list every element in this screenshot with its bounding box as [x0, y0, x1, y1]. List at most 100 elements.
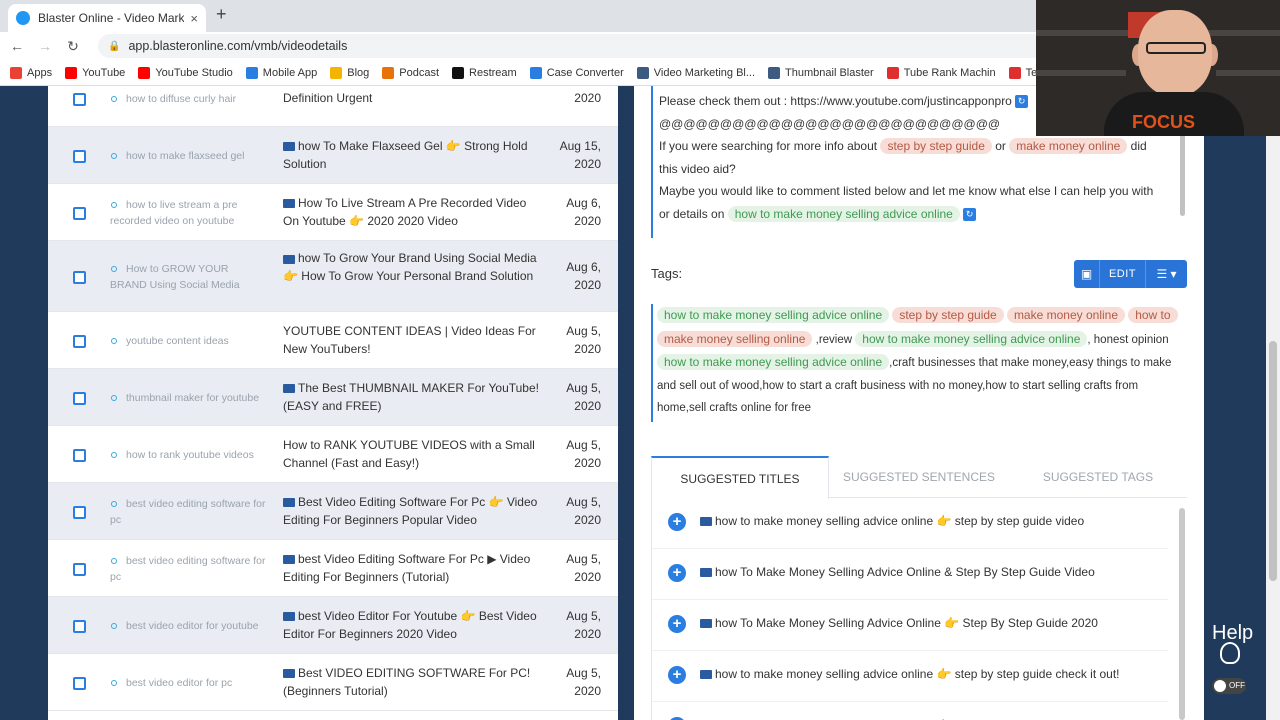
row-video-title[interactable]: best Video Editor For Youtube 👉 Best Vid… [283, 608, 539, 643]
refresh-icon[interactable]: ↻ [1015, 95, 1029, 109]
menu-dropdown-icon[interactable]: ☰ ▾ [1146, 260, 1187, 288]
thumbnail-blaster-icon [768, 66, 781, 79]
description-line: this video aid? [659, 161, 736, 176]
add-suggestion-plus-icon[interactable]: + [668, 564, 686, 582]
row-video-title[interactable]: YOUTUBE CONTENT IDEAS | Video Ideas For … [283, 323, 539, 358]
tag-chip[interactable]: make money selling online [657, 330, 813, 347]
tab-title: Blaster Online - Video Marketing [38, 11, 185, 25]
bookmark-restream[interactable]: Restream [452, 66, 517, 79]
video-thumb-icon [283, 199, 295, 209]
add-suggestion-plus-icon[interactable]: + [668, 513, 686, 531]
bookmark-blog[interactable]: Blog [330, 66, 369, 79]
tags-box[interactable]: how to make money selling advice online … [651, 304, 1184, 422]
keyword-chip[interactable]: step by step guide [880, 138, 992, 154]
page-scrollbar[interactable] [1266, 86, 1280, 720]
row-keyword: how to rank youtube videos [126, 448, 254, 461]
row-video-title[interactable]: How to RANK YOUTUBE VIDEOS with a Small … [283, 437, 539, 472]
video-thumb-icon [283, 498, 295, 508]
bookmark-tube-rank[interactable]: Tube Rank Machin [886, 66, 996, 79]
tag-chip[interactable]: step by step guide [892, 307, 1004, 323]
table-row[interactable]: youtube content ideas YOUTUBE CONTENT IDE… [48, 312, 618, 369]
help-widget[interactable]: Help OFF [1206, 622, 1268, 702]
bookmark-video-marketing[interactable]: Video Marketing Bl... [636, 66, 755, 79]
table-row[interactable]: how to diffuse curly hair Definition Urge… [48, 86, 618, 127]
row-checkbox[interactable] [73, 206, 86, 220]
row-checkbox[interactable] [73, 391, 86, 405]
row-video-title[interactable]: Best Video Editing Software For Pc 👉 Vid… [283, 494, 539, 529]
row-video-title[interactable]: How To Live Stream A Pre Recorded Video … [283, 195, 539, 230]
row-date: Aug 6, 2020 [566, 196, 601, 228]
forward-arrow-icon[interactable]: → [34, 38, 56, 54]
video-thumb-icon [700, 619, 712, 629]
close-tab-icon[interactable]: × [190, 11, 198, 26]
table-row[interactable]: best video editing software for pc Best V… [48, 483, 618, 540]
keyword-chip[interactable]: how to make money selling advice online [727, 205, 960, 222]
table-row[interactable]: best video editor for youtube best Video … [48, 597, 618, 654]
bookmark-mobile-app[interactable]: Mobile App [245, 66, 317, 79]
row-checkbox[interactable] [73, 92, 86, 106]
url-text: app.blasteronline.com/vmb/videodetails [128, 39, 348, 53]
row-checkbox[interactable] [73, 334, 86, 348]
row-checkbox[interactable] [73, 676, 86, 690]
row-video-title[interactable]: Best VIDEO EDITING SOFTWARE For PC! (Beg… [283, 665, 539, 700]
tab-suggested-titles[interactable]: SUGGESTED TITLES [651, 456, 829, 499]
video-details-panel: Please check them out : https://www.yout… [634, 86, 1204, 720]
table-row[interactable]: best video editor for pc Best VIDEO EDITI… [48, 654, 618, 711]
suggested-title-row: +how to make money selling advice online… [652, 498, 1168, 549]
row-video-title[interactable]: how To Grow Your Brand Using Social Medi… [283, 250, 539, 285]
tab-suggested-tags[interactable]: SUGGESTED TAGS [1009, 456, 1187, 498]
back-arrow-icon[interactable]: ← [6, 38, 28, 54]
row-keyword: how to make flaxseed gel [126, 149, 245, 162]
description-line: Maybe you would like to comment listed b… [659, 184, 1154, 198]
tag-chip[interactable]: how to make money selling advice online [657, 307, 890, 323]
bookmark-apps[interactable]: Apps [10, 66, 52, 79]
row-checkbox[interactable] [73, 448, 86, 462]
help-toggle[interactable]: OFF [1212, 678, 1246, 694]
tag-chip[interactable]: how to [1128, 307, 1178, 323]
bookmark-podcast[interactable]: Podcast [382, 66, 439, 79]
bookmark-thumbnail-blaster[interactable]: Thumbnail Blaster [768, 66, 874, 79]
row-video-title[interactable]: how To Make Flaxseed Gel 👉 Strong Hold S… [283, 138, 539, 173]
add-suggestion-plus-icon[interactable]: + [668, 666, 686, 684]
reload-icon[interactable]: ↻ [62, 38, 84, 55]
copy-clipboard-icon[interactable]: ▣ [1074, 260, 1100, 288]
row-checkbox[interactable] [73, 149, 86, 163]
table-row[interactable]: how to make flaxseed gel how To Make Flax… [48, 127, 618, 184]
table-row[interactable]: best video editing software for pc best V… [48, 540, 618, 597]
row-checkbox[interactable] [73, 270, 86, 284]
tag-chip[interactable]: how to make money selling advice online [855, 330, 1088, 347]
bookmark-youtube[interactable]: YouTube [65, 66, 125, 79]
tag-chip[interactable]: how to make money selling advice online [657, 354, 890, 370]
row-checkbox[interactable] [73, 562, 86, 576]
row-checkbox[interactable] [73, 619, 86, 633]
tag-chip[interactable]: make money online [1006, 307, 1125, 323]
row-date: 2020 [574, 90, 601, 105]
youtube-studio-icon [138, 66, 151, 79]
edit-tags-button[interactable]: EDIT [1100, 260, 1146, 288]
add-suggestion-plus-icon[interactable]: + [668, 615, 686, 633]
row-date: Aug 5, 2020 [566, 495, 601, 527]
table-row[interactable]: thumbnail maker for youtube The Best THUM… [48, 369, 618, 426]
table-row[interactable]: how to rank youtube videos How to RANK YO… [48, 426, 618, 483]
tab-suggested-sentences[interactable]: SUGGESTED SENTENCES [829, 456, 1009, 498]
suggested-title-row: +how to make money selling advice online… [652, 702, 1168, 720]
refresh-icon[interactable]: ↻ [963, 207, 977, 221]
bookmark-case-converter[interactable]: Case Converter [529, 66, 624, 79]
table-row[interactable]: how to live stream a pre recorded video … [48, 184, 618, 241]
row-keyword: best video editing software for pc [110, 554, 266, 583]
row-video-title[interactable]: best Video Editing Software For Pc ▶ Vid… [283, 551, 539, 586]
suggestions-scrollbar[interactable] [1176, 498, 1187, 720]
table-row[interactable]: How to GROW YOUR BRAND Using Social Medi… [48, 241, 618, 312]
url-field[interactable]: 🔒 app.blasteronline.com/vmb/videodetails [98, 34, 1108, 58]
video-thumb-icon [700, 568, 712, 578]
row-checkbox[interactable] [73, 505, 86, 519]
keyword-chip[interactable]: make money online [1009, 138, 1128, 154]
new-tab-button[interactable]: + [216, 4, 227, 25]
suggested-title-text: how To Make Money Selling Advice Online … [700, 565, 1095, 579]
bookmark-youtube-studio[interactable]: YouTube Studio [138, 66, 233, 79]
row-date: Aug 5, 2020 [566, 609, 601, 641]
row-video-title[interactable]: Definition Urgent [283, 90, 539, 108]
row-keyword: how to diffuse curly hair [126, 92, 237, 105]
row-video-title[interactable]: The Best THUMBNAIL MAKER For YouTube! (E… [283, 380, 539, 415]
browser-tab[interactable]: Blaster Online - Video Marketing × [8, 4, 206, 32]
